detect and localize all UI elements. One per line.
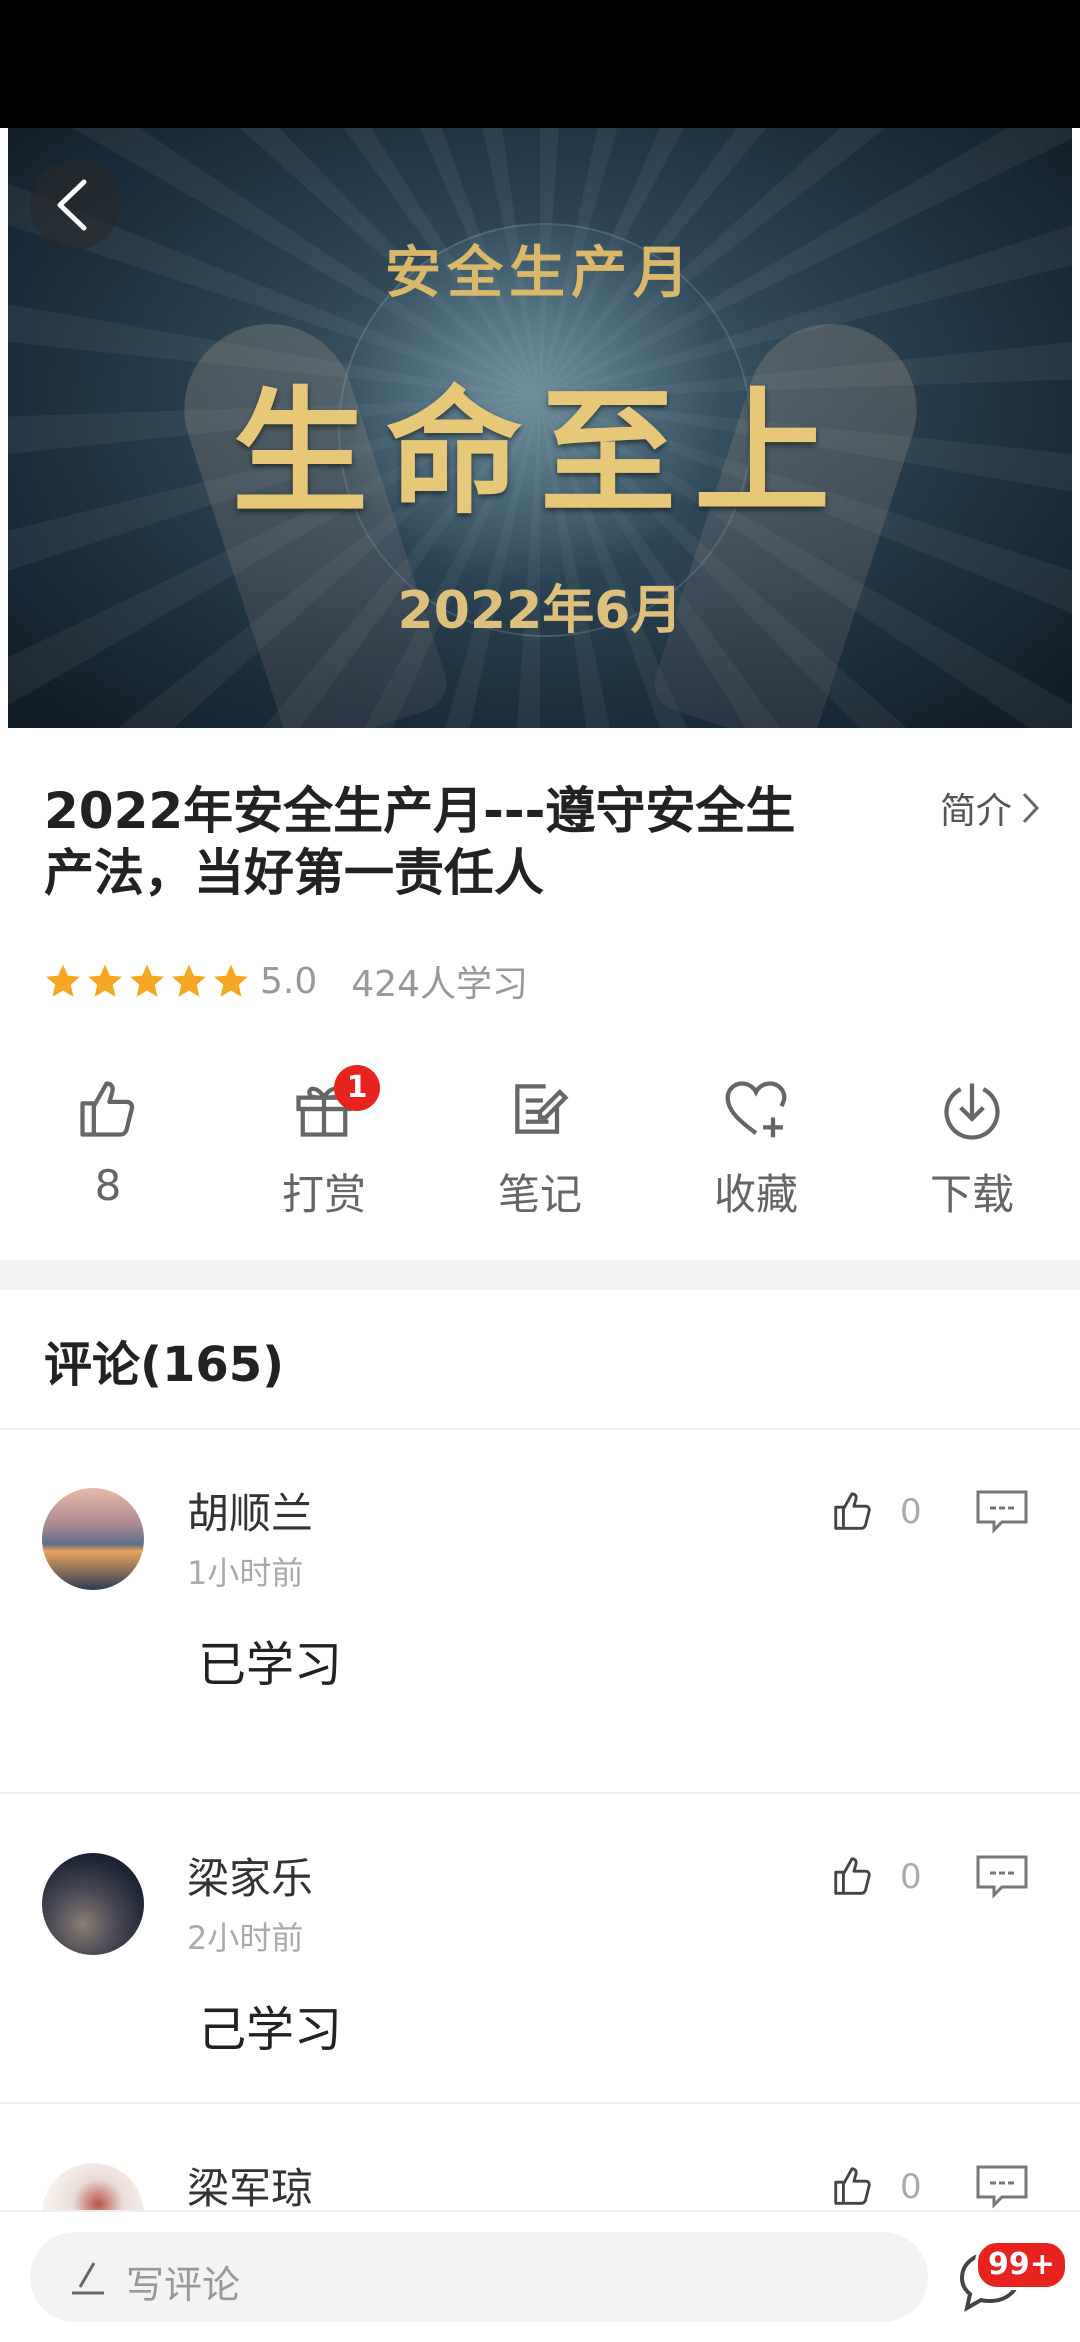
reply-icon[interactable] xyxy=(974,2163,1030,2210)
comment-input[interactable]: 写评论 xyxy=(30,2232,928,2322)
comment-item: 胡顺兰 1小时前 已学习 0 xyxy=(0,1430,1080,1790)
comment-like-count: 0 xyxy=(900,1492,922,1532)
star-icon xyxy=(88,964,122,997)
rating-row: 5.0 424人学习 xyxy=(44,955,528,1007)
video-date: 2022年6月 xyxy=(397,581,683,641)
video-title: 生命至上 xyxy=(232,373,848,533)
action-bar: 8 1 打赏 笔记 收藏 下载 xyxy=(0,1065,1080,1245)
course-title: 2022年安全生产月---遵守安全生产法，当好第一责任人 xyxy=(44,782,796,902)
intro-link[interactable]: 简介 xyxy=(940,782,1040,834)
like-count: 8 xyxy=(94,1161,122,1210)
star-icon xyxy=(214,964,248,997)
download-label: 下载 xyxy=(929,1170,1014,1219)
back-button[interactable] xyxy=(30,160,120,250)
heart-plus-icon xyxy=(725,1081,787,1138)
comment-author: 梁家乐 xyxy=(187,1854,314,1903)
comment-time: 1小时前 xyxy=(187,1554,304,1592)
message-badge: 99+ xyxy=(975,2240,1068,2290)
avatar[interactable] xyxy=(42,2163,144,2210)
comment-like-count: 0 xyxy=(900,2167,922,2207)
reward-label: 打赏 xyxy=(281,1170,366,1219)
video-player[interactable]: 安全生产月 生命至上 2022年6月 xyxy=(8,128,1072,728)
note-button[interactable]: 笔记 xyxy=(432,1075,648,1245)
reward-badge: 1 xyxy=(334,1065,380,1111)
comment-input-placeholder: 写评论 xyxy=(126,2263,241,2307)
thumbs-up-icon[interactable] xyxy=(830,1488,876,1534)
reply-icon[interactable] xyxy=(974,1488,1030,1536)
note-icon xyxy=(515,1084,569,1134)
note-label: 笔记 xyxy=(497,1170,582,1219)
comment-time: 2小时前 xyxy=(187,1919,304,1957)
rating-stars xyxy=(44,962,250,1000)
favorite-button[interactable]: 收藏 xyxy=(648,1075,864,1245)
learner-count: 424人学习 xyxy=(351,964,528,1005)
star-icon xyxy=(46,964,80,997)
download-icon xyxy=(944,1083,1000,1140)
download-button[interactable]: 下载 xyxy=(864,1075,1080,1245)
like-button[interactable]: 8 xyxy=(0,1075,216,1245)
favorite-label: 收藏 xyxy=(713,1170,798,1219)
pencil-icon xyxy=(72,2262,104,2295)
comment-text: 已学习 xyxy=(198,1637,343,1693)
chevron-right-icon xyxy=(1022,792,1040,824)
star-icon xyxy=(172,964,206,997)
video-subtitle: 安全生产月 xyxy=(385,240,695,306)
comment-like-count: 0 xyxy=(900,1857,922,1897)
reply-icon[interactable] xyxy=(974,1853,1030,1901)
divider xyxy=(0,2102,1080,2104)
thumbs-up-icon[interactable] xyxy=(830,1853,876,1899)
comment-item: 梁军琼 0 xyxy=(0,2105,1080,2210)
comments-header: 评论(165) xyxy=(44,1337,285,1393)
reward-button[interactable]: 1 打赏 xyxy=(216,1065,432,1245)
star-icon xyxy=(130,964,164,997)
back-arrow-icon xyxy=(57,179,87,231)
thumbs-up-icon xyxy=(80,1081,135,1137)
status-bar xyxy=(0,0,1080,128)
avatar[interactable] xyxy=(42,1488,144,1590)
section-gap xyxy=(0,1260,1080,1290)
thumbs-up-icon[interactable] xyxy=(830,2163,876,2209)
rating-value: 5.0 xyxy=(260,960,318,1002)
comment-item: 梁家乐 2小时前 己学习 0 xyxy=(0,1795,1080,2100)
comment-text: 己学习 xyxy=(198,2002,343,2058)
bottom-bar: 写评论 99+ xyxy=(0,2210,1080,2342)
comment-author: 梁军琼 xyxy=(187,2164,314,2210)
comment-author: 胡顺兰 xyxy=(187,1489,314,1538)
intro-label: 简介 xyxy=(939,791,1012,832)
divider xyxy=(0,1792,1080,1794)
avatar[interactable] xyxy=(42,1853,144,1955)
